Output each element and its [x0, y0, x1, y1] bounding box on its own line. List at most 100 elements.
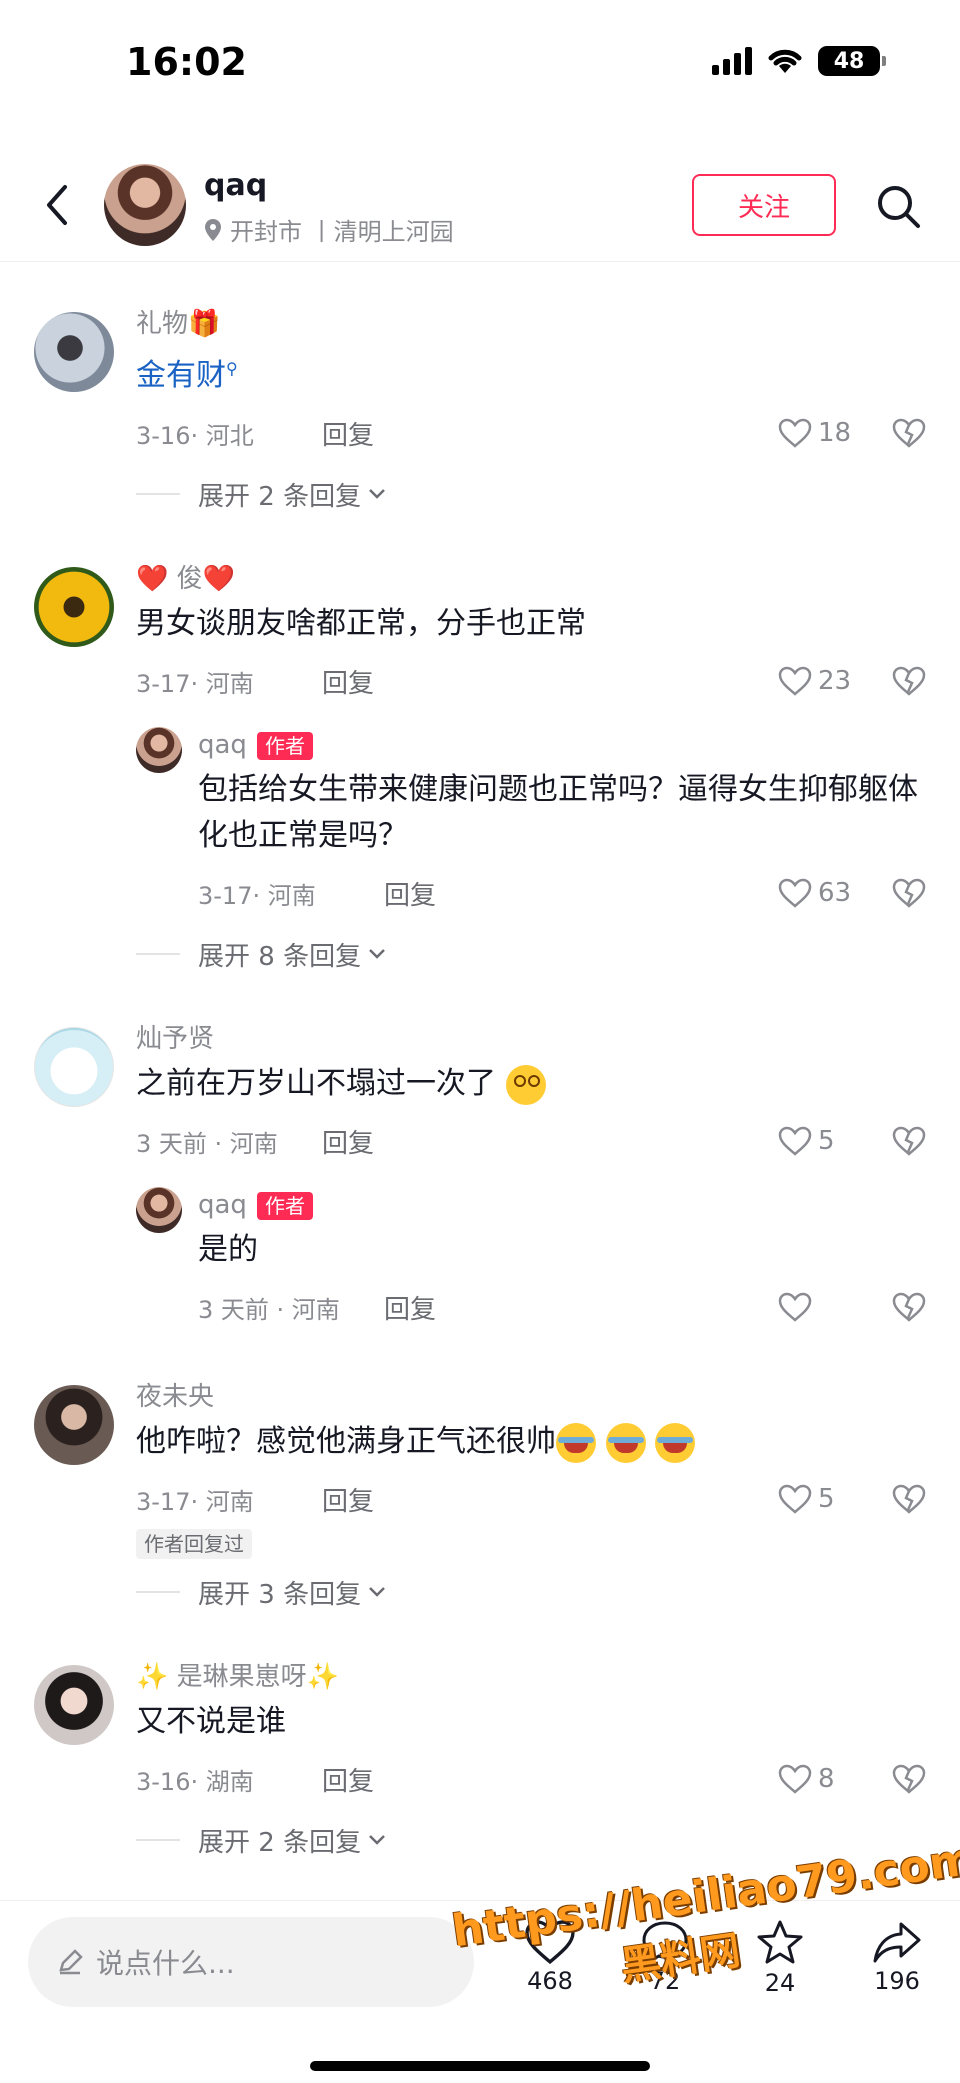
- commenter-name[interactable]: ✨ 是琳果崽呀✨: [136, 1657, 926, 1697]
- like-button[interactable]: 23: [778, 666, 852, 696]
- reply-button[interactable]: 回复: [384, 875, 436, 912]
- dislike-icon[interactable]: [892, 1292, 926, 1322]
- location-pin-icon: [205, 218, 221, 241]
- heart-icon: [778, 1126, 812, 1156]
- search-icon: ⚲: [226, 359, 238, 378]
- commenter-name[interactable]: ❤️ 俊❤️: [136, 559, 926, 599]
- commenter-name[interactable]: 灿予贤: [136, 1019, 926, 1059]
- home-indicator[interactable]: [310, 2061, 650, 2071]
- dislike-icon[interactable]: [892, 1764, 926, 1794]
- commenter-avatar[interactable]: [34, 1027, 114, 1107]
- favorite-button[interactable]: 24: [735, 1919, 825, 1997]
- reply-button[interactable]: 回复: [322, 1123, 374, 1160]
- reply-button[interactable]: 回复: [384, 1289, 436, 1326]
- favorites-count: 24: [764, 1969, 796, 1997]
- heart-icon: [778, 418, 812, 448]
- like-count: 18: [818, 418, 852, 448]
- like-button[interactable]: [778, 1292, 852, 1322]
- signal-icon: [712, 47, 752, 75]
- commenter-name[interactable]: 礼物🎁: [136, 304, 926, 344]
- dislike-icon[interactable]: [892, 1484, 926, 1514]
- dislike-icon[interactable]: [892, 666, 926, 696]
- reply-text[interactable]: 是的: [198, 1227, 926, 1273]
- chevron-down-icon: [369, 1835, 385, 1845]
- author-avatar[interactable]: [104, 164, 186, 246]
- author-replied-row: 作者回复过: [136, 1529, 926, 1559]
- like-button[interactable]: 8: [778, 1764, 852, 1794]
- reply-meta: 3-17· 河南 回复 63: [198, 865, 926, 921]
- dislike-icon[interactable]: [892, 878, 926, 908]
- expand-label: 展开 3 条回复: [198, 1579, 362, 1610]
- dislike-icon[interactable]: [892, 1126, 926, 1156]
- divider: [136, 1591, 180, 1593]
- share-button[interactable]: 196: [852, 1919, 942, 1995]
- reply-avatar[interactable]: [136, 1187, 182, 1233]
- reply-avatar[interactable]: [136, 727, 182, 773]
- expand-replies-button[interactable]: 展开 8 条回复: [136, 927, 926, 981]
- wifi-icon: [768, 49, 802, 73]
- author-badge: 作者: [256, 731, 313, 760]
- dislike-icon[interactable]: [892, 418, 926, 448]
- comment-text[interactable]: 金有财⚲: [136, 346, 926, 399]
- divider: [136, 1839, 180, 1841]
- commenter-avatar[interactable]: [34, 1385, 114, 1465]
- like-post-count: 468: [527, 1967, 573, 1995]
- like-button[interactable]: 5: [778, 1484, 852, 1514]
- reply-date: 3 天前 · 河南: [198, 1295, 340, 1324]
- expand-replies-button[interactable]: 展开 2 条回复: [136, 467, 926, 521]
- comment-date: 3-16· 湖南: [136, 1767, 254, 1796]
- comment-item: ✨ 是琳果崽呀✨ 又不说是谁 3-16· 湖南 回复 8 展开 2 条回复: [0, 1657, 960, 1867]
- like-count: 23: [818, 666, 852, 696]
- search-button[interactable]: [868, 176, 928, 236]
- reply-button[interactable]: 回复: [322, 663, 374, 700]
- comment-date: 3 天前 · 河南: [136, 1129, 278, 1158]
- commenter-avatar[interactable]: [34, 567, 114, 647]
- chevron-down-icon: [369, 489, 385, 499]
- expand-label: 展开 2 条回复: [198, 1827, 362, 1858]
- commenter-avatar[interactable]: [34, 1665, 114, 1745]
- comment-input[interactable]: 说点什么...: [28, 1917, 474, 2007]
- reply-author-name[interactable]: qaq 作者: [198, 725, 926, 765]
- comment-text[interactable]: 又不说是谁: [136, 1699, 926, 1745]
- laughing-emoji-icon: [655, 1422, 696, 1463]
- like-count: 8: [818, 1764, 835, 1794]
- comment-meta: 3-17· 河南 回复 5: [136, 1471, 926, 1527]
- reply-button[interactable]: 回复: [322, 1481, 374, 1518]
- reply-button[interactable]: 回复: [322, 1761, 374, 1798]
- chevron-down-icon: [369, 949, 385, 959]
- commenter-avatar[interactable]: [34, 312, 114, 392]
- reply-date: 3-17· 河南: [198, 881, 316, 910]
- search-icon: [878, 186, 920, 228]
- commenter-name[interactable]: 夜未央: [136, 1377, 926, 1417]
- reply-button[interactable]: 回复: [322, 415, 374, 452]
- battery-icon: 48: [818, 46, 886, 76]
- comment-meta: 3-16· 河北 回复 18: [136, 405, 926, 461]
- location[interactable]: 开封市 丨清明上河园: [204, 212, 454, 247]
- reply-author-name[interactable]: qaq 作者: [198, 1185, 926, 1225]
- dizzy-face-emoji-icon: [505, 1064, 546, 1105]
- pencil-icon: [59, 1949, 83, 1975]
- comment-meta: 3-17· 河南 回复 23: [136, 653, 926, 709]
- status-icons: 48: [712, 46, 886, 76]
- status-time: 16:02: [126, 40, 247, 84]
- author-name[interactable]: qaq: [204, 168, 267, 203]
- reply-text[interactable]: 包括给女生带来健康问题也正常吗？逼得女生抑郁躯体化也正常是吗？: [198, 767, 926, 859]
- comment-item: 礼物🎁 金有财⚲ 3-16· 河北 回复 18 展开 2 条回复: [0, 304, 960, 521]
- comment-text[interactable]: 男女谈朋友啥都正常，分手也正常: [136, 601, 926, 647]
- comment-date: 3-17· 河南: [136, 1487, 254, 1516]
- expand-replies-button[interactable]: 展开 3 条回复: [136, 1565, 926, 1619]
- comment-text[interactable]: 他咋啦？感觉他满身正气还很帅: [136, 1419, 926, 1465]
- comment-text[interactable]: 之前在万岁山不塌过一次了: [136, 1061, 926, 1107]
- comment-input-placeholder: 说点什么...: [96, 1947, 235, 1980]
- like-button[interactable]: 18: [778, 418, 852, 448]
- shares-count: 196: [874, 1967, 920, 1995]
- share-icon: [873, 1922, 921, 1963]
- laughing-emoji-icon: [556, 1422, 596, 1463]
- back-button[interactable]: [30, 178, 84, 232]
- back-icon: [47, 185, 67, 225]
- chevron-down-icon: [369, 1587, 385, 1597]
- like-button[interactable]: 63: [778, 878, 852, 908]
- like-button[interactable]: 5: [778, 1126, 852, 1156]
- follow-button[interactable]: 关注: [692, 174, 836, 236]
- comment-list[interactable]: 礼物🎁 金有财⚲ 3-16· 河北 回复 18 展开 2 条回复 ❤️ 俊❤️ …: [0, 290, 960, 1890]
